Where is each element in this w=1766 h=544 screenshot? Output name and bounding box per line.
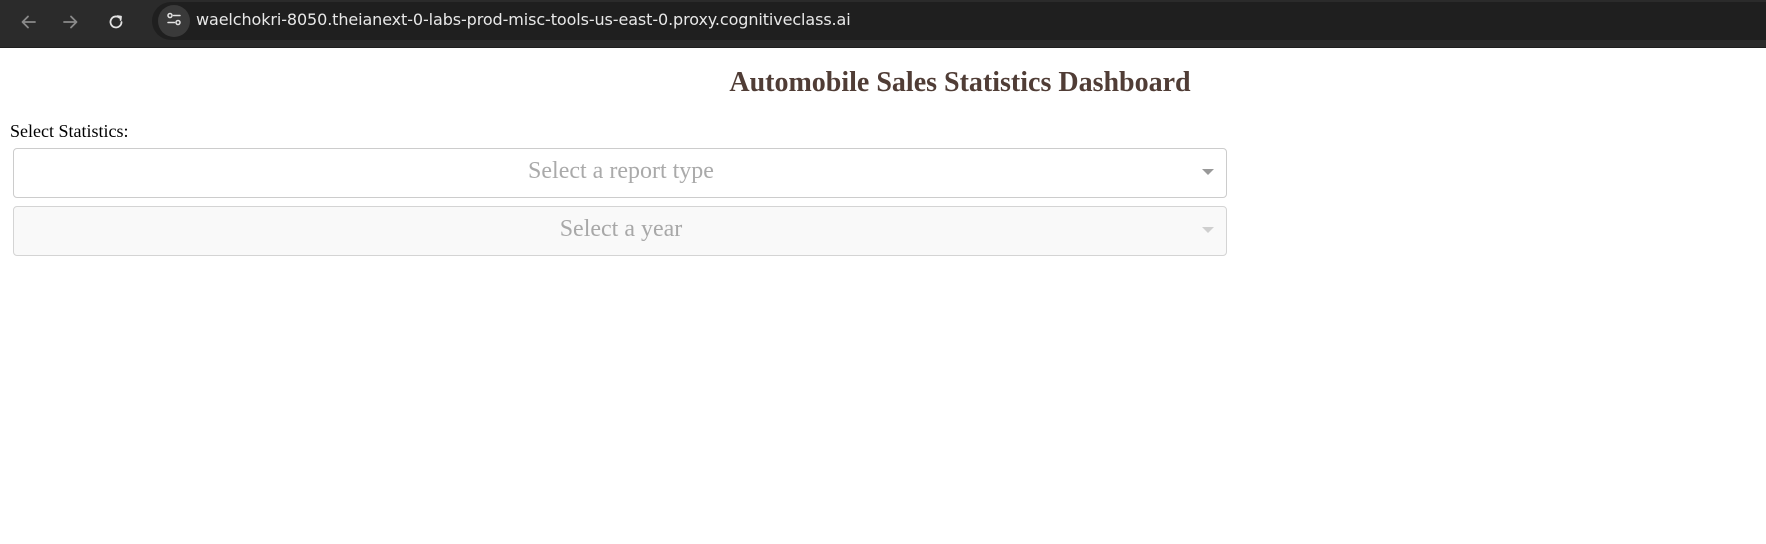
- year-dropdown[interactable]: Select a year: [13, 206, 1227, 256]
- reload-icon: [107, 13, 125, 31]
- report-type-placeholder: Select a report type: [528, 158, 714, 184]
- reload-button[interactable]: [98, 4, 134, 40]
- page-title: Automobile Sales Statistics Dashboard: [729, 67, 1191, 98]
- browser-toolbar: waelchokri-8050.theianext-0-labs-prod-mi…: [0, 0, 1766, 48]
- report-type-dropdown[interactable]: Select a report type: [13, 148, 1227, 198]
- address-bar[interactable]: waelchokri-8050.theianext-0-labs-prod-mi…: [152, 2, 1766, 40]
- select-statistics-label: Select Statistics:: [10, 121, 129, 141]
- dashboard-page: Automobile Sales Statistics Dashboard Se…: [0, 48, 1766, 544]
- forward-button[interactable]: [53, 4, 89, 40]
- site-info-button[interactable]: [158, 5, 190, 37]
- tune-icon: [165, 10, 183, 33]
- back-button[interactable]: [10, 4, 46, 40]
- url-text[interactable]: waelchokri-8050.theianext-0-labs-prod-mi…: [196, 10, 851, 29]
- year-placeholder: Select a year: [559, 216, 683, 242]
- arrow-right-icon: [62, 13, 80, 31]
- arrow-left-icon: [19, 13, 37, 31]
- chevron-down-icon[interactable]: [1202, 227, 1214, 233]
- chevron-down-icon[interactable]: [1202, 169, 1214, 175]
